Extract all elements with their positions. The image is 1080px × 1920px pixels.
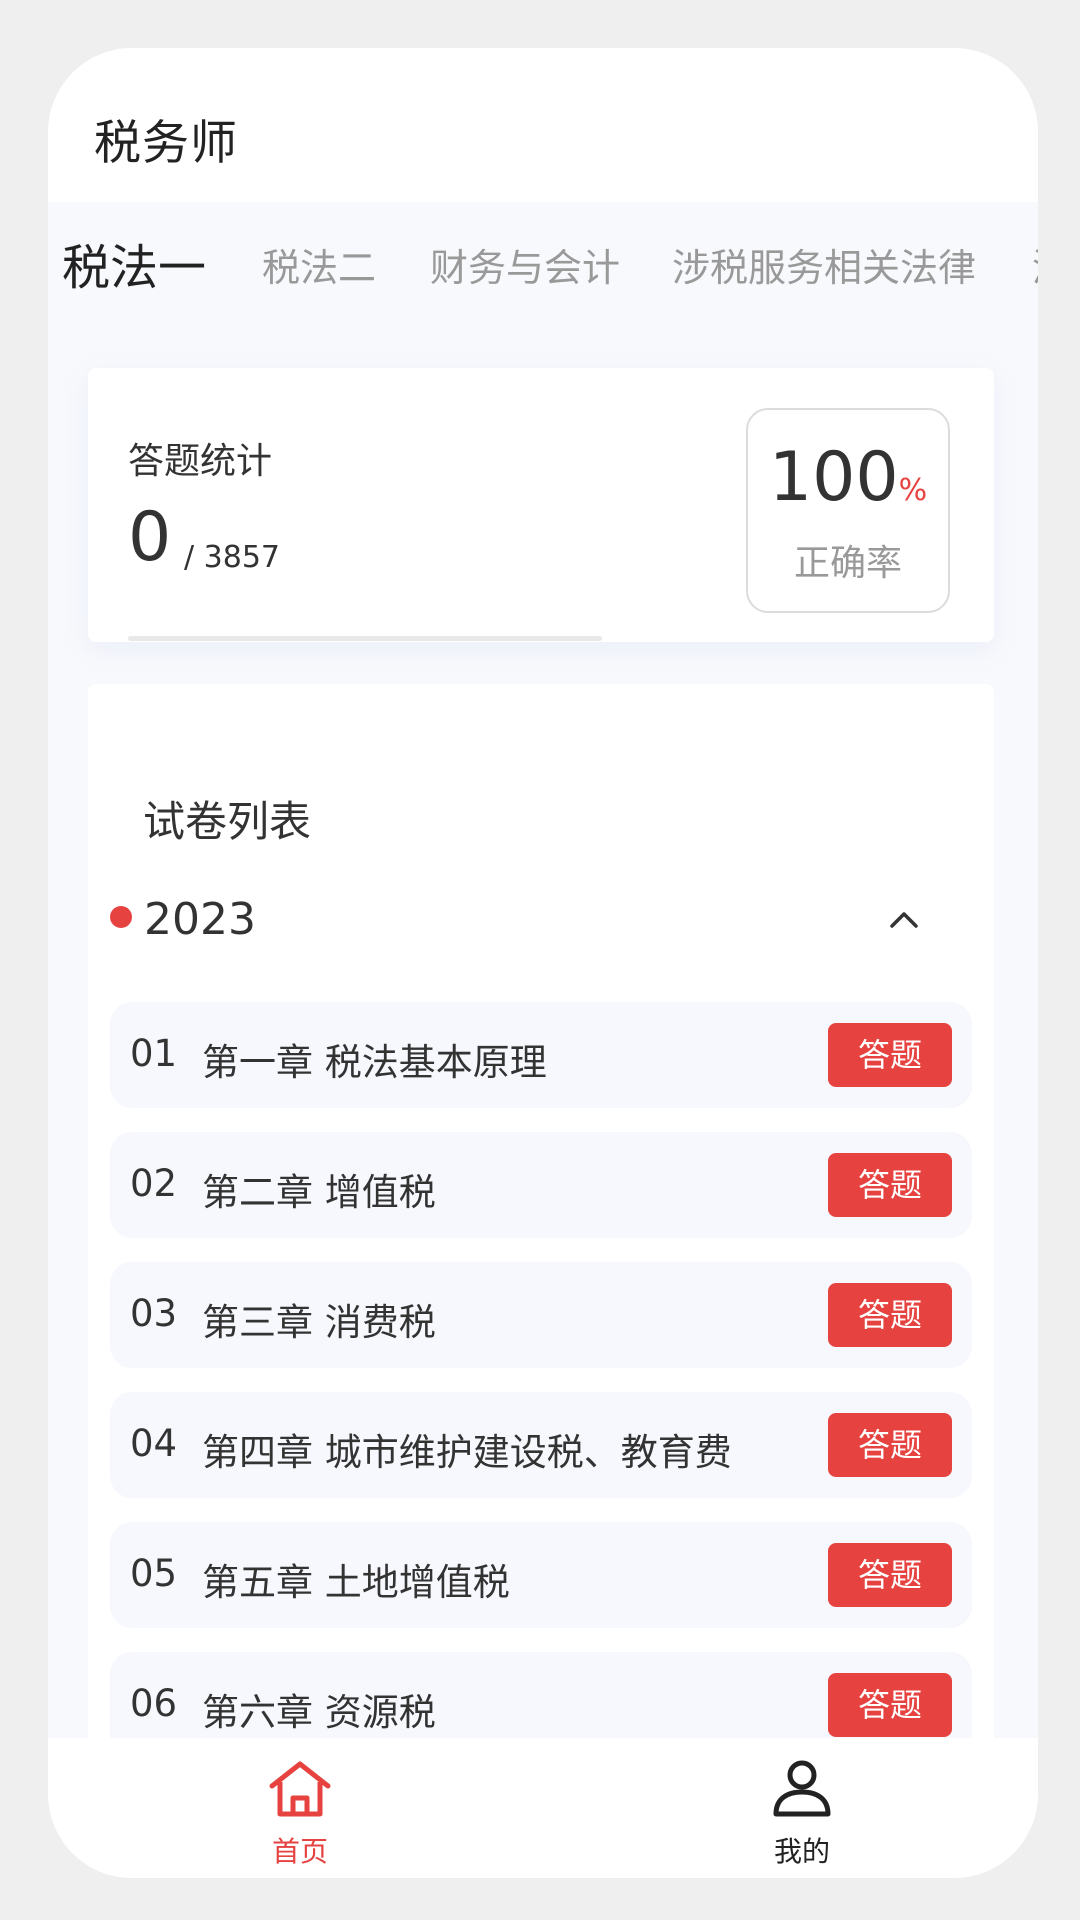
item-number: 01 [130,1032,178,1075]
home-icon [269,1761,331,1817]
page-title: 税务师 [94,116,238,171]
nav-home[interactable]: 首页 [200,1738,400,1878]
list-item[interactable]: 03 第三章 消费税 答题 [110,1262,972,1368]
answer-button[interactable]: 答题 [828,1023,952,1087]
item-number: 03 [130,1292,178,1335]
item-title: 第五章 土地增值税 [202,1561,510,1604]
user-icon [773,1760,831,1817]
list-item[interactable]: 01 第一章 税法基本原理 答题 [110,1002,972,1108]
item-title: 第三章 消费税 [202,1301,436,1344]
answer-button[interactable]: 答题 [828,1413,952,1477]
tab-tax-law-1[interactable]: 税法一 [62,202,206,344]
tab-more[interactable]: 涉 [1032,202,1038,344]
tab-finance-accounting[interactable]: 财务与会计 [430,202,620,344]
progress-bar [128,636,602,641]
nav-me-label: 我的 [773,1835,830,1868]
paper-list-title: 试卷列表 [143,797,312,846]
item-title: 第二章 增值税 [202,1171,436,1214]
answer-button[interactable]: 答题 [828,1153,952,1217]
chevron-up-icon[interactable] [884,900,924,940]
accuracy-unit: % [898,473,928,508]
tab-tax-service-law[interactable]: 涉税服务相关法律 [672,202,976,344]
accuracy-number: 100 [768,438,899,517]
accuracy-box: 100% 正确率 [746,408,950,613]
stats-label: 答题统计 [128,441,273,482]
nav-home-label: 首页 [271,1835,328,1868]
phone-screen: 税务师 税法一 税法二 财务与会计 涉税服务相关法律 涉 答题统计 0 / 38… [48,48,1038,1878]
subject-tabs: 税法一 税法二 财务与会计 涉税服务相关法律 涉 [48,202,1038,344]
item-number: 04 [130,1422,178,1465]
item-number: 02 [130,1162,178,1205]
total-count: / 3857 [184,540,280,575]
accuracy-value: 100% [748,438,948,517]
answer-stats-card: 答题统计 0 / 3857 100% 正确率 [88,368,994,642]
list-item[interactable]: 05 第五章 土地增值税 答题 [110,1522,972,1628]
item-title: 第六章 资源税 [202,1691,436,1734]
list-item[interactable]: 04 第四章 城市维护建设税、教育费 答题 [110,1392,972,1498]
accuracy-label: 正确率 [793,543,902,584]
nav-me[interactable]: 我的 [702,1738,902,1878]
list-item[interactable]: 02 第二章 增值税 答题 [110,1132,972,1238]
tab-tax-law-2[interactable]: 税法二 [262,202,376,344]
answer-button[interactable]: 答题 [828,1283,952,1347]
item-title: 第四章 城市维护建设税、教育费 [202,1431,732,1474]
item-title: 第一章 税法基本原理 [202,1041,547,1084]
answer-button[interactable]: 答题 [828,1543,952,1607]
paper-list-card: 试卷列表 2023 01 第一章 税法基本原理 答题 02 第二章 增值税 答题… [88,684,994,1878]
item-number: 06 [130,1682,178,1725]
answer-button[interactable]: 答题 [828,1673,952,1737]
year-dot [110,906,132,928]
answered-count: 0 [128,498,172,577]
year-label[interactable]: 2023 [144,894,256,945]
top-bar: 税务师 [48,48,1038,202]
item-number: 05 [130,1552,178,1595]
bottom-nav: 首页 我的 [48,1738,1038,1878]
